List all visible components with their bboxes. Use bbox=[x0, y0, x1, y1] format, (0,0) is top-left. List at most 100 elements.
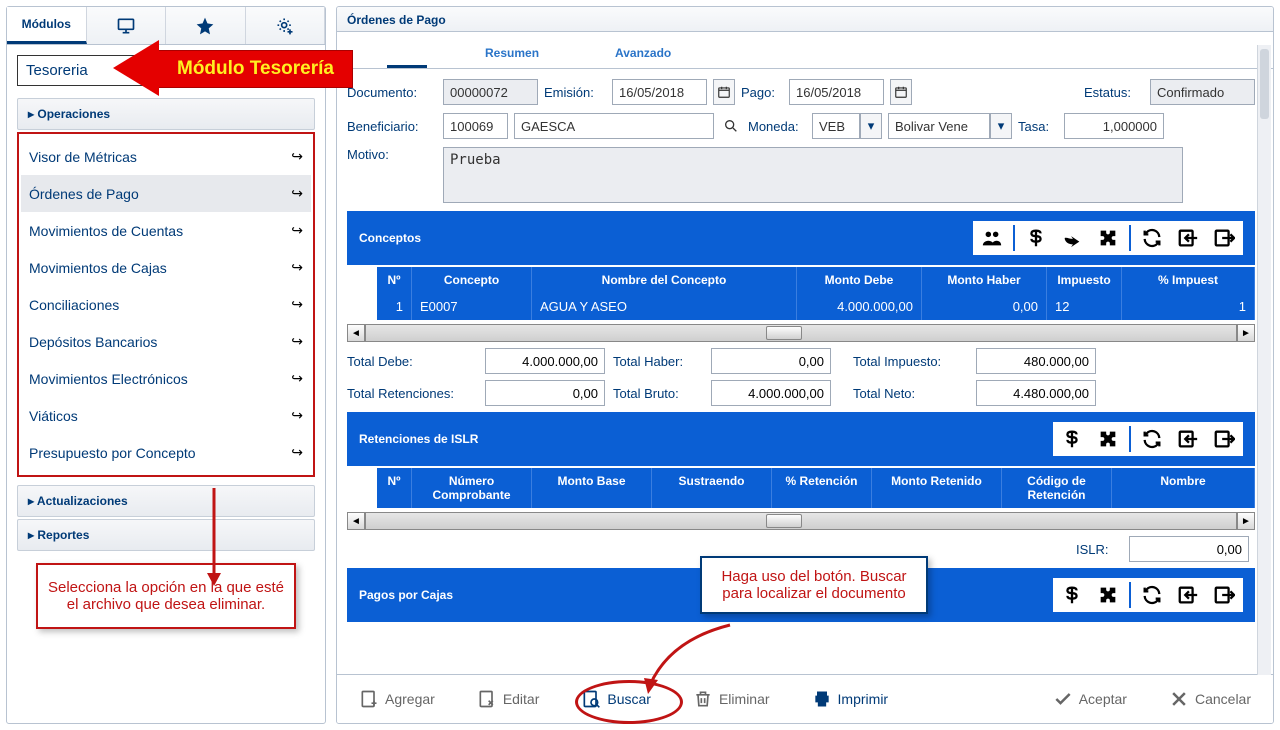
moneda-code-dropdown-icon[interactable]: ▾ bbox=[860, 113, 882, 139]
conceptos-hscroll[interactable]: ◄► bbox=[347, 324, 1255, 342]
section-conceptos: Conceptos bbox=[347, 211, 1255, 265]
conceptos-toolbar bbox=[973, 221, 1243, 255]
buscar-button[interactable]: Buscar bbox=[573, 685, 659, 713]
tool-refresh-icon[interactable] bbox=[1137, 424, 1167, 454]
tool-export-icon[interactable] bbox=[1209, 424, 1239, 454]
right-panel: Órdenes de Pago Resumen Avanzado Documen… bbox=[336, 6, 1274, 724]
tool-export-icon[interactable] bbox=[1209, 580, 1239, 610]
section-pagos-cajas-title: Pagos por Cajas bbox=[359, 588, 453, 602]
tool-puzzle-icon[interactable] bbox=[1093, 580, 1123, 610]
share-icon: ↪ bbox=[291, 333, 303, 350]
editar-button[interactable]: Editar bbox=[469, 685, 548, 713]
pagos-toolbar bbox=[1053, 578, 1243, 612]
tasa-field[interactable] bbox=[1064, 113, 1164, 139]
nav-conciliaciones[interactable]: Conciliaciones↪ bbox=[21, 286, 311, 323]
beneficiario-search-icon[interactable] bbox=[720, 113, 742, 139]
nav-mov-cajas[interactable]: Movimientos de Cajas↪ bbox=[21, 249, 311, 286]
documento-field[interactable] bbox=[443, 79, 538, 105]
agregar-button[interactable]: Agregar bbox=[351, 685, 443, 713]
tool-dollar-icon[interactable] bbox=[1021, 223, 1051, 253]
nav-mov-electronicos[interactable]: Movimientos Electrónicos↪ bbox=[21, 360, 311, 397]
total-haber-field bbox=[711, 348, 831, 374]
tool-people-icon[interactable] bbox=[977, 223, 1007, 253]
nav-viaticos[interactable]: Viáticos↪ bbox=[21, 397, 311, 434]
acc-reportes[interactable]: Reportes bbox=[17, 519, 315, 551]
tab-desktop[interactable] bbox=[87, 7, 167, 44]
islr-grid-header: Nº Número Comprobante Monto Base Sustrae… bbox=[347, 466, 1255, 508]
conceptos-row-1[interactable]: 1 E0007 AGUA Y ASEO 4.000.000,00 0,00 12… bbox=[347, 293, 1255, 320]
beneficiario-code-field[interactable] bbox=[443, 113, 508, 139]
share-icon: ↪ bbox=[291, 444, 303, 461]
nav-presupuesto[interactable]: Presupuesto por Concepto↪ bbox=[21, 434, 311, 471]
star-icon bbox=[195, 16, 215, 36]
annotation-search-tip: Haga uso del botón. Buscar para localiza… bbox=[700, 556, 928, 614]
tool-export-icon[interactable] bbox=[1209, 223, 1239, 253]
tab-main[interactable] bbox=[387, 40, 427, 68]
total-bruto-field bbox=[711, 380, 831, 406]
share-icon: ↪ bbox=[291, 148, 303, 165]
imprimir-button[interactable]: Imprimir bbox=[804, 685, 897, 713]
share-icon: ↪ bbox=[291, 370, 303, 387]
tool-puzzle-icon[interactable] bbox=[1093, 223, 1123, 253]
nav-visor-metricas[interactable]: Visor de Métricas↪ bbox=[21, 138, 311, 175]
moneda-label: Moneda: bbox=[748, 119, 806, 134]
nav-mov-cuentas[interactable]: Movimientos de Cuentas↪ bbox=[21, 212, 311, 249]
tool-puzzle-icon[interactable] bbox=[1093, 424, 1123, 454]
pago-field[interactable] bbox=[789, 79, 884, 105]
moneda-name-dropdown-icon[interactable]: ▾ bbox=[990, 113, 1012, 139]
share-icon: ↪ bbox=[291, 222, 303, 239]
total-neto-label: Total Neto: bbox=[853, 386, 968, 401]
tab-tools[interactable] bbox=[246, 7, 326, 44]
total-impuesto-label: Total Impuesto: bbox=[853, 354, 968, 369]
tool-dollar-icon[interactable] bbox=[1057, 424, 1087, 454]
tool-import-icon[interactable] bbox=[1173, 424, 1203, 454]
estatus-label: Estatus: bbox=[1084, 85, 1144, 100]
section-islr: Retenciones de ISLR bbox=[347, 412, 1255, 466]
total-neto-field bbox=[976, 380, 1096, 406]
content-vscroll[interactable] bbox=[1257, 45, 1271, 675]
total-islr-label: ISLR: bbox=[1076, 542, 1121, 557]
emision-calendar-icon[interactable] bbox=[713, 79, 735, 105]
acc-operaciones[interactable]: Operaciones bbox=[17, 98, 315, 130]
share-icon: ↪ bbox=[291, 259, 303, 276]
tab-resumen[interactable]: Resumen bbox=[467, 40, 557, 68]
tool-refresh-icon[interactable] bbox=[1137, 223, 1167, 253]
moneda-name-field[interactable] bbox=[888, 113, 990, 139]
left-panel: Módulos Operaciones Visor de Métricas↪ Ó… bbox=[6, 6, 326, 724]
share-icon: ↪ bbox=[291, 296, 303, 313]
beneficiario-label: Beneficiario: bbox=[347, 119, 437, 134]
share-icon: ↪ bbox=[291, 185, 303, 202]
islr-toolbar bbox=[1053, 422, 1243, 456]
tab-favorites[interactable] bbox=[166, 7, 246, 44]
nav-ordenes-pago[interactable]: Órdenes de Pago↪ bbox=[21, 175, 311, 212]
tool-forward-icon[interactable] bbox=[1057, 223, 1087, 253]
section-islr-title: Retenciones de ISLR bbox=[359, 432, 478, 446]
total-debe-label: Total Debe: bbox=[347, 354, 477, 369]
documento-label: Documento: bbox=[347, 85, 437, 100]
tab-avanzado[interactable]: Avanzado bbox=[597, 40, 689, 68]
total-haber-label: Total Haber: bbox=[613, 354, 703, 369]
cancelar-button[interactable]: Cancelar bbox=[1161, 685, 1259, 713]
beneficiario-name-field[interactable] bbox=[514, 113, 714, 139]
tool-dollar-icon[interactable] bbox=[1057, 580, 1087, 610]
emision-field[interactable] bbox=[612, 79, 707, 105]
acc-actualizaciones[interactable]: Actualizaciones bbox=[17, 485, 315, 517]
total-bruto-label: Total Bruto: bbox=[613, 386, 703, 401]
nav-depositos[interactable]: Depósitos Bancarios↪ bbox=[21, 323, 311, 360]
total-ret-label: Total Retenciones: bbox=[347, 386, 477, 401]
tasa-label: Tasa: bbox=[1018, 119, 1058, 134]
tab-modulos[interactable]: Módulos bbox=[7, 7, 87, 44]
annotation-down-arrow bbox=[204, 488, 224, 588]
islr-hscroll[interactable]: ◄► bbox=[347, 512, 1255, 530]
moneda-code-field[interactable] bbox=[812, 113, 860, 139]
motivo-label: Motivo: bbox=[347, 147, 437, 162]
tool-import-icon[interactable] bbox=[1173, 223, 1203, 253]
eliminar-button[interactable]: Eliminar bbox=[685, 685, 778, 713]
motivo-field[interactable]: Prueba bbox=[443, 147, 1183, 203]
tool-import-icon[interactable] bbox=[1173, 580, 1203, 610]
share-icon: ↪ bbox=[291, 407, 303, 424]
pago-calendar-icon[interactable] bbox=[890, 79, 912, 105]
aceptar-button[interactable]: Aceptar bbox=[1045, 685, 1135, 713]
action-bar: Agregar Editar Buscar Eliminar Imprimir … bbox=[337, 674, 1273, 723]
tool-refresh-icon[interactable] bbox=[1137, 580, 1167, 610]
